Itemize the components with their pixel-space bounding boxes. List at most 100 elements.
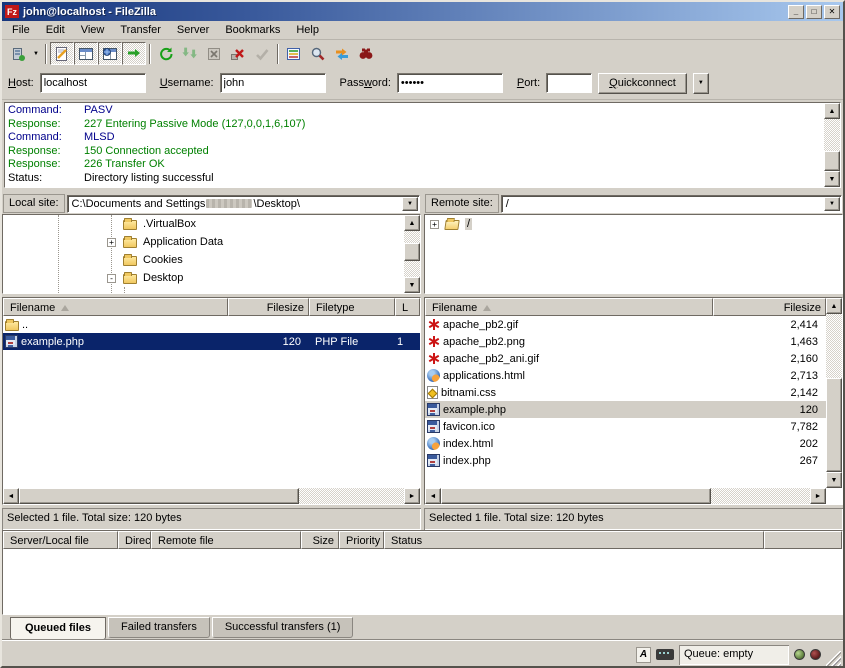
column-header-remote-file[interactable]: Remote file: [151, 531, 301, 549]
filezilla-window: Fz john@localhost - FileZilla _ □ ✕ File…: [0, 0, 845, 668]
password-input[interactable]: [397, 73, 503, 93]
scroll-up-arrow[interactable]: ▲: [826, 298, 842, 314]
file-row-selected[interactable]: example.php 120: [425, 401, 826, 418]
disconnect-button[interactable]: [226, 42, 250, 65]
toggle-remote-tree-button[interactable]: [98, 42, 122, 65]
filter-icon: [286, 46, 302, 62]
tree-item-cookies[interactable]: Cookies: [3, 251, 420, 269]
abort-button[interactable]: [250, 42, 274, 65]
maximize-button[interactable]: □: [806, 5, 822, 19]
file-row[interactable]: apache_pb2.gif 2,414: [425, 316, 826, 333]
collapse-minus-icon[interactable]: -: [107, 274, 116, 283]
tree-item-virtualbox[interactable]: .VirtualBox: [3, 215, 420, 233]
remote-list-scrollbar[interactable]: ▲ ▼: [826, 298, 842, 488]
column-header-status[interactable]: Status: [384, 531, 764, 549]
expand-plus-icon[interactable]: +: [107, 238, 116, 247]
synchronized-browsing-button[interactable]: [330, 42, 354, 65]
minimize-button[interactable]: _: [788, 5, 804, 19]
scroll-thumb[interactable]: [19, 488, 299, 504]
local-path-combo[interactable]: C:\Documents and Settings\Desktop\ ▼: [67, 195, 420, 213]
toggle-queue-view-button[interactable]: [122, 42, 146, 65]
remote-list-hscrollbar[interactable]: ◄ ►: [425, 488, 826, 504]
scroll-down-arrow[interactable]: ▼: [826, 472, 842, 488]
file-row-parent-dir[interactable]: ..: [3, 316, 420, 333]
log-line: Command:MLSD: [8, 131, 820, 145]
process-queue-button[interactable]: [178, 42, 202, 65]
scroll-down-arrow[interactable]: ▼: [824, 171, 840, 187]
find-button[interactable]: [354, 42, 378, 65]
toggle-local-tree-button[interactable]: [74, 42, 98, 65]
scroll-thumb[interactable]: [826, 378, 842, 472]
quickconnect-button[interactable]: Quickconnect: [598, 73, 687, 94]
quickconnect-dropdown[interactable]: ▼: [693, 73, 709, 94]
column-header-size[interactable]: Size: [301, 531, 339, 549]
menu-transfer[interactable]: Transfer: [112, 22, 169, 38]
menu-file[interactable]: File: [4, 22, 38, 38]
column-header-priority[interactable]: Priority: [339, 531, 384, 549]
file-row[interactable]: favicon.ico 7,782: [425, 418, 826, 435]
local-list-hscrollbar[interactable]: ◄ ►: [3, 488, 420, 504]
scroll-right-arrow[interactable]: ►: [404, 488, 420, 504]
menu-edit[interactable]: Edit: [38, 22, 73, 38]
tree-item-application-data[interactable]: + Application Data: [3, 233, 420, 251]
file-row-example-php[interactable]: example.php 120 PHP File 1: [3, 333, 420, 350]
scroll-right-arrow[interactable]: ►: [810, 488, 826, 504]
site-manager-button[interactable]: [6, 42, 30, 65]
process-queue-icon: [182, 46, 198, 62]
column-header-lastmodified[interactable]: L: [395, 298, 420, 316]
scroll-down-arrow[interactable]: ▼: [404, 277, 420, 293]
scroll-up-arrow[interactable]: ▲: [404, 215, 420, 231]
compare-button[interactable]: [306, 42, 330, 65]
html-file-icon: [427, 369, 440, 382]
folder-icon: [5, 321, 19, 331]
remote-status-text: Selected 1 file. Total size: 120 bytes: [424, 508, 843, 530]
file-row[interactable]: index.php 267: [425, 452, 826, 469]
toggle-log-view-button[interactable]: [50, 42, 74, 65]
column-header-filesize[interactable]: Filesize: [713, 298, 826, 316]
host-input[interactable]: [40, 73, 146, 93]
menu-help[interactable]: Help: [288, 22, 327, 38]
remote-path-combo[interactable]: / ▼: [501, 195, 842, 213]
column-header-direction[interactable]: Directi...: [118, 531, 151, 549]
port-input[interactable]: [546, 73, 592, 93]
resize-grip[interactable]: [826, 651, 841, 666]
username-input[interactable]: [220, 73, 326, 93]
file-row[interactable]: applications.html 2,713: [425, 367, 826, 384]
combo-dropdown-arrow[interactable]: ▼: [402, 197, 418, 211]
menu-bookmarks[interactable]: Bookmarks: [217, 22, 288, 38]
column-header-filename[interactable]: Filename: [3, 298, 228, 316]
column-header-server-local-file[interactable]: Server/Local file: [3, 531, 118, 549]
tree-item-desktop[interactable]: - Desktop: [3, 269, 420, 287]
file-row[interactable]: apache_pb2.png 1,463: [425, 333, 826, 350]
sort-ascending-icon: [61, 305, 69, 311]
scroll-up-arrow[interactable]: ▲: [824, 103, 840, 119]
toggle-local-tree-icon: [78, 46, 94, 62]
close-button[interactable]: ✕: [824, 5, 840, 19]
refresh-button[interactable]: [154, 42, 178, 65]
column-header-filesize[interactable]: Filesize: [228, 298, 309, 316]
file-row[interactable]: index.html 202: [425, 435, 826, 452]
column-header-filetype[interactable]: Filetype: [309, 298, 395, 316]
refresh-icon: [158, 46, 174, 62]
cancel-operation-button[interactable]: [202, 42, 226, 65]
column-header-filename[interactable]: Filename: [425, 298, 713, 316]
tab-queued-files[interactable]: Queued files: [10, 617, 106, 640]
log-scrollbar[interactable]: ▲ ▼: [824, 103, 840, 187]
file-row[interactable]: apache_pb2_ani.gif 2,160: [425, 350, 826, 367]
file-row[interactable]: bitnami.css 2,142: [425, 384, 826, 401]
expand-plus-icon[interactable]: +: [430, 220, 439, 229]
local-tree-scrollbar[interactable]: ▲ ▼: [404, 215, 420, 293]
site-manager-dropdown[interactable]: ▼: [30, 42, 42, 65]
filter-button[interactable]: [282, 42, 306, 65]
tree-item-root[interactable]: + /: [425, 215, 842, 233]
tab-successful-transfers[interactable]: Successful transfers (1): [212, 617, 354, 638]
combo-dropdown-arrow[interactable]: ▼: [824, 197, 840, 211]
scroll-left-arrow[interactable]: ◄: [3, 488, 19, 504]
scroll-thumb[interactable]: [441, 488, 711, 504]
scroll-thumb[interactable]: [824, 151, 840, 171]
scroll-thumb[interactable]: [404, 243, 420, 261]
menu-server[interactable]: Server: [169, 22, 217, 38]
scroll-left-arrow[interactable]: ◄: [425, 488, 441, 504]
tab-failed-transfers[interactable]: Failed transfers: [108, 617, 210, 638]
menu-view[interactable]: View: [73, 22, 113, 38]
